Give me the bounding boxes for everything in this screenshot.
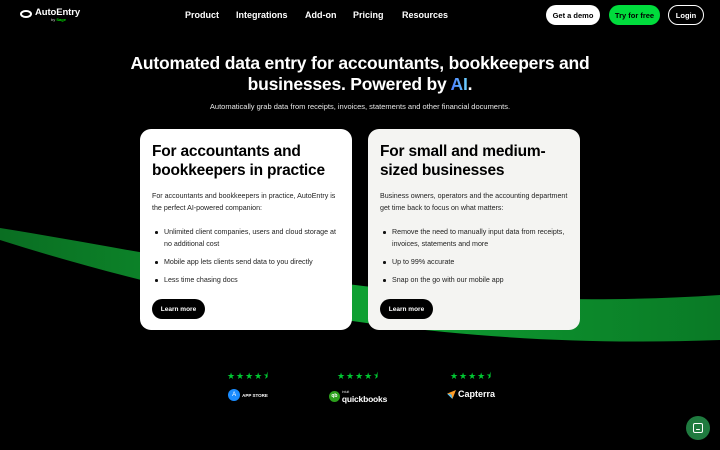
chat-button[interactable] (686, 416, 710, 440)
star-rating-icon: ★★★★⯨ (226, 371, 270, 381)
hero-title-period: . (467, 74, 473, 94)
list-item: Remove the need to manually input data f… (380, 226, 568, 250)
get-demo-button[interactable]: Get a demo (546, 5, 600, 25)
logo-by: by (51, 17, 56, 22)
learn-more-button[interactable]: Learn more (380, 299, 433, 319)
card-title: For small and medium-sized businesses (380, 143, 546, 179)
hero-title-ai: AI (450, 74, 468, 94)
app-store-logo: A APP STORE (213, 389, 283, 401)
list-item: Mobile app lets clients send data to you… (152, 256, 340, 268)
rating-capterra[interactable]: ★★★★⯨ Capterra (436, 369, 506, 399)
card-businesses: For small and medium-sized businesses Bu… (368, 129, 580, 330)
learn-more-button[interactable]: Learn more (152, 299, 205, 319)
hero-title-line1: Automated data entry for accountants, bo… (130, 53, 590, 73)
capterra-logo: Capterra (436, 389, 506, 399)
hero-title-line2-text: businesses. Powered by (247, 74, 451, 94)
quickbooks-logo: qb intuit quickbooks (323, 389, 393, 403)
capterra-icon (446, 389, 456, 399)
try-free-button[interactable]: Try for free (609, 5, 660, 25)
nav-integrations[interactable]: Integrations (236, 10, 288, 20)
nav-pricing[interactable]: Pricing (353, 10, 384, 20)
hero-title-line2: businesses. Powered by AI. (0, 74, 720, 95)
nav-add-on[interactable]: Add-on (305, 10, 337, 20)
quickbooks-label: quickbooks (341, 394, 388, 404)
login-button[interactable]: Login (668, 5, 704, 25)
list-item: Up to 99% accurate (380, 256, 568, 268)
list-item: Snap on the go with our mobile app (380, 274, 568, 286)
nav-product[interactable]: Product (185, 10, 219, 20)
card-title: For accountants and bookkeepers in pract… (152, 143, 325, 179)
rating-app-store[interactable]: ★★★★⯨ A APP STORE (213, 369, 283, 401)
rating-quickbooks[interactable]: ★★★★⯨ qb intuit quickbooks (323, 369, 393, 403)
app-store-label: APP STORE (242, 392, 268, 398)
capterra-label: Capterra (457, 389, 495, 399)
card-accountants: For accountants and bookkeepers in pract… (140, 129, 352, 330)
list-item: Unlimited client companies, users and cl… (152, 226, 340, 250)
logo-sage: Sage (56, 17, 66, 22)
nav-resources[interactable]: Resources (402, 10, 448, 20)
star-rating-icon: ★★★★⯨ (449, 371, 493, 381)
card-description: Business owners, operators and the accou… (380, 192, 568, 212)
chat-icon (693, 423, 703, 433)
app-store-icon: A (228, 389, 241, 401)
star-rating-icon: ★★★★⯨ (336, 371, 380, 381)
card-description: For accountants and bookkeepers in pract… (152, 192, 336, 212)
card-bullet-list: Unlimited client companies, users and cl… (152, 226, 340, 286)
logo-mark-icon (20, 9, 32, 18)
hero-title: Automated data entry for accountants, bo… (0, 53, 720, 95)
autoentry-logo[interactable]: AutoEntry by Sage (20, 7, 80, 22)
green-swoosh-decoration (0, 228, 720, 342)
card-bullet-list: Remove the need to manually input data f… (380, 226, 568, 286)
nav-links: Product Integrations Add-on Pricing Reso… (185, 10, 468, 20)
list-item: Less time chasing docs (152, 274, 340, 286)
top-nav: AutoEntry by Sage Product Integrations A… (0, 0, 720, 30)
quickbooks-icon: qb (328, 390, 340, 402)
hero-subtitle: Automatically grab data from receipts, i… (209, 102, 511, 111)
